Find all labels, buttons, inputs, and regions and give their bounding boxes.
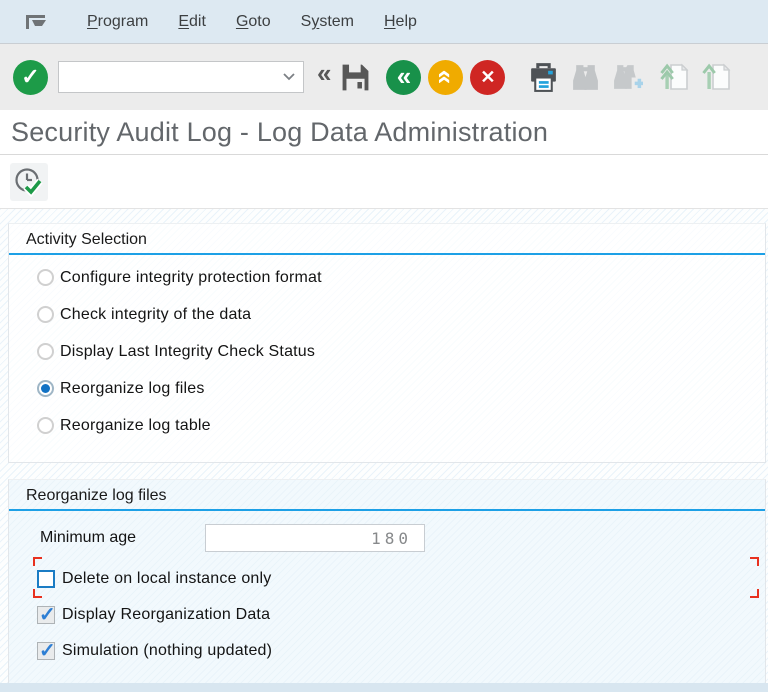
page-title: Security Audit Log - Log Data Administra…: [11, 116, 549, 147]
radio-unselected-icon[interactable]: [37, 269, 54, 286]
minimum-age-input[interactable]: [205, 524, 425, 552]
binoculars-icon: [573, 64, 599, 90]
checkbox-label: Display Reorganization Data: [62, 606, 271, 623]
checkbox-unchecked-icon[interactable]: [37, 570, 55, 588]
menu-bar: Program Edit Goto System Help: [0, 0, 768, 44]
radio-label: Check integrity of the data: [60, 305, 252, 323]
activity-options: Configure integrity protection format Che…: [9, 255, 765, 462]
floppy-disk-icon: [343, 64, 369, 90]
checkbox-label: Simulation (nothing updated): [62, 642, 273, 659]
double-chevron-left-icon: «: [317, 57, 332, 88]
radio-unselected-icon[interactable]: [37, 417, 54, 434]
checkbox-row[interactable]: Delete on local instance only: [9, 557, 765, 598]
radio-option-row[interactable]: Reorganize log files: [9, 370, 765, 407]
collapse-command-field-icon[interactable]: «: [317, 57, 332, 89]
radio-unselected-icon[interactable]: [37, 306, 54, 323]
printer-icon: [531, 62, 557, 92]
radio-label: Configure integrity protection format: [60, 268, 322, 286]
radio-option-row[interactable]: Reorganize log table: [9, 407, 765, 444]
save-button[interactable]: [340, 62, 371, 93]
cancel-button[interactable]: ✕: [470, 59, 506, 95]
group-title: Reorganize log files: [9, 480, 765, 511]
reorg-checkboxes: Delete on local instance only Display Reo…: [9, 557, 765, 669]
bottom-strip: [0, 683, 768, 692]
minimum-age-label: Minimum age: [40, 529, 137, 546]
page-up-button[interactable]: [701, 61, 733, 93]
group-activity-selection: Activity Selection Configure integrity p…: [8, 223, 766, 463]
x-icon: ✕: [480, 67, 496, 87]
back-icon: «: [396, 60, 412, 91]
radio-option-row[interactable]: Configure integrity protection format: [9, 259, 765, 296]
checkbox-row[interactable]: Display Reorganization Data: [9, 597, 765, 633]
find-button[interactable]: [570, 62, 601, 93]
minimum-age-row: Minimum age: [9, 523, 765, 553]
command-input[interactable]: [59, 62, 283, 92]
system-menu-icon[interactable]: [25, 13, 49, 31]
checkbox-checked-icon[interactable]: [37, 638, 56, 663]
menu-help[interactable]: Help: [384, 13, 417, 31]
exit-button[interactable]: «: [428, 59, 464, 95]
application-toolbar: [0, 155, 768, 209]
radio-label: Reorganize log files: [60, 379, 205, 397]
radio-option-row[interactable]: Check integrity of the data: [9, 296, 765, 333]
page-first-button[interactable]: [659, 61, 691, 93]
clock-execute-icon: [15, 167, 43, 197]
group-title: Activity Selection: [9, 224, 765, 255]
check-icon: ✓: [21, 64, 40, 89]
double-chevron-up-icon: «: [430, 69, 461, 85]
print-button[interactable]: [527, 61, 560, 94]
find-next-button[interactable]: [612, 62, 644, 93]
command-field[interactable]: [58, 61, 304, 93]
back-button[interactable]: «: [386, 59, 422, 95]
binoculars-plus-icon: [614, 64, 644, 89]
radio-unselected-icon[interactable]: [37, 343, 54, 360]
checkbox-checked-icon[interactable]: [37, 602, 56, 627]
radio-option-row[interactable]: Display Last Integrity Check Status: [9, 333, 765, 370]
checkbox-row[interactable]: Simulation (nothing updated): [9, 633, 765, 669]
page-up-icon: [702, 63, 731, 90]
group-reorganize-log-files: Reorganize log files Minimum age Delete …: [8, 479, 766, 683]
menu-system[interactable]: System: [301, 13, 354, 31]
page-first-icon: [660, 63, 689, 90]
radio-label: Display Last Integrity Check Status: [60, 342, 316, 360]
menubar-items: Program Edit Goto System Help: [57, 13, 417, 31]
title-bar: Security Audit Log - Log Data Administra…: [0, 110, 768, 155]
main-content: Activity Selection Configure integrity p…: [0, 209, 768, 683]
radio-selected-icon[interactable]: [37, 380, 54, 397]
chevron-down-icon[interactable]: [283, 73, 295, 81]
checkbox-label: Delete on local instance only: [62, 570, 272, 587]
execute-button[interactable]: [10, 162, 48, 201]
standard-toolbar: ✓ « « « ✕: [0, 44, 768, 110]
menu-program[interactable]: Program: [87, 13, 148, 31]
menu-goto[interactable]: Goto: [236, 13, 271, 31]
radio-label: Reorganize log table: [60, 416, 211, 434]
menu-edit[interactable]: Edit: [178, 13, 206, 31]
enter-button[interactable]: ✓: [13, 59, 48, 95]
